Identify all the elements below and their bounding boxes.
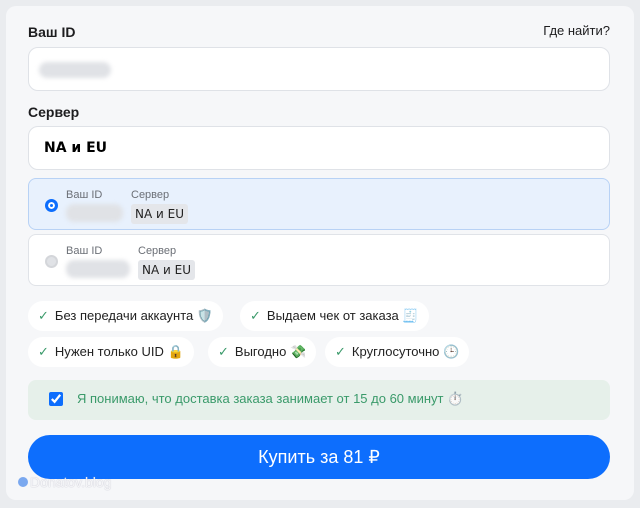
check-icon: ✓	[250, 308, 261, 323]
account-server-label: Сервер	[138, 245, 177, 257]
shield-icon: 🛡️	[196, 308, 214, 323]
buy-button[interactable]: Купить за 81 ₽	[28, 435, 610, 479]
account-id-label: Ваш ID	[66, 245, 103, 257]
feature-chip: ✓ Выдаем чек от заказа 🧾	[240, 301, 429, 331]
watermark-logo-icon	[18, 477, 28, 487]
feature-text: Нужен только UID	[54, 344, 164, 359]
id-label: Ваш ID	[28, 24, 76, 40]
saved-account-option[interactable]: Ваш ID Сервер NA и EU	[28, 178, 610, 230]
saved-account-option[interactable]: Ваш ID Сервер NA и EU	[28, 234, 610, 286]
lock-icon: 🔒	[167, 344, 184, 359]
check-icon: ✓	[38, 344, 49, 359]
feature-chip: ✓ Выгодно 💸	[208, 337, 317, 367]
account-server-label: Сервер	[131, 189, 170, 201]
feature-text: Выдаем чек от заказа	[266, 308, 399, 323]
delivery-agreement: Я понимаю, что доставка заказа занимает …	[28, 380, 610, 420]
radio-unselected[interactable]	[45, 255, 58, 268]
check-icon: ✓	[218, 344, 229, 359]
server-label: Сервер	[28, 104, 80, 120]
account-id-label: Ваш ID	[66, 189, 103, 201]
id-input[interactable]	[28, 47, 610, 91]
check-icon: ✓	[335, 344, 346, 359]
blurred-id	[66, 204, 123, 222]
check-icon: ✓	[38, 308, 49, 323]
feature-chip: ✓ Круглосуточно 🕒	[325, 337, 470, 367]
agree-text: Я понимаю, что доставка заказа занимает …	[77, 391, 464, 406]
server-select[interactable]: NA и EU	[28, 126, 610, 170]
where-find-link[interactable]: Где найти?	[543, 23, 610, 38]
agree-checkbox[interactable]	[49, 392, 63, 406]
clock-icon: 🕒	[443, 344, 460, 359]
radio-selected[interactable]	[45, 199, 58, 212]
watermark: Donatov.blog	[18, 474, 111, 490]
blurred-id	[39, 62, 111, 78]
feature-chip: ✓ Нужен только UID 🔒	[28, 337, 194, 367]
account-server-tag: NA и EU	[131, 204, 188, 224]
money-icon: 💸	[289, 344, 307, 359]
account-server-tag: NA и EU	[138, 260, 195, 280]
feature-text: Выгодно	[234, 344, 287, 359]
feature-chip: ✓ Без передачи аккаунта 🛡️	[28, 301, 224, 331]
blurred-id	[66, 260, 130, 278]
feature-text: Без передачи аккаунта	[54, 308, 194, 323]
feature-text: Круглосуточно	[351, 344, 440, 359]
receipt-icon: 🧾	[402, 308, 419, 323]
watermark-text: Donatov.blog	[30, 474, 112, 490]
